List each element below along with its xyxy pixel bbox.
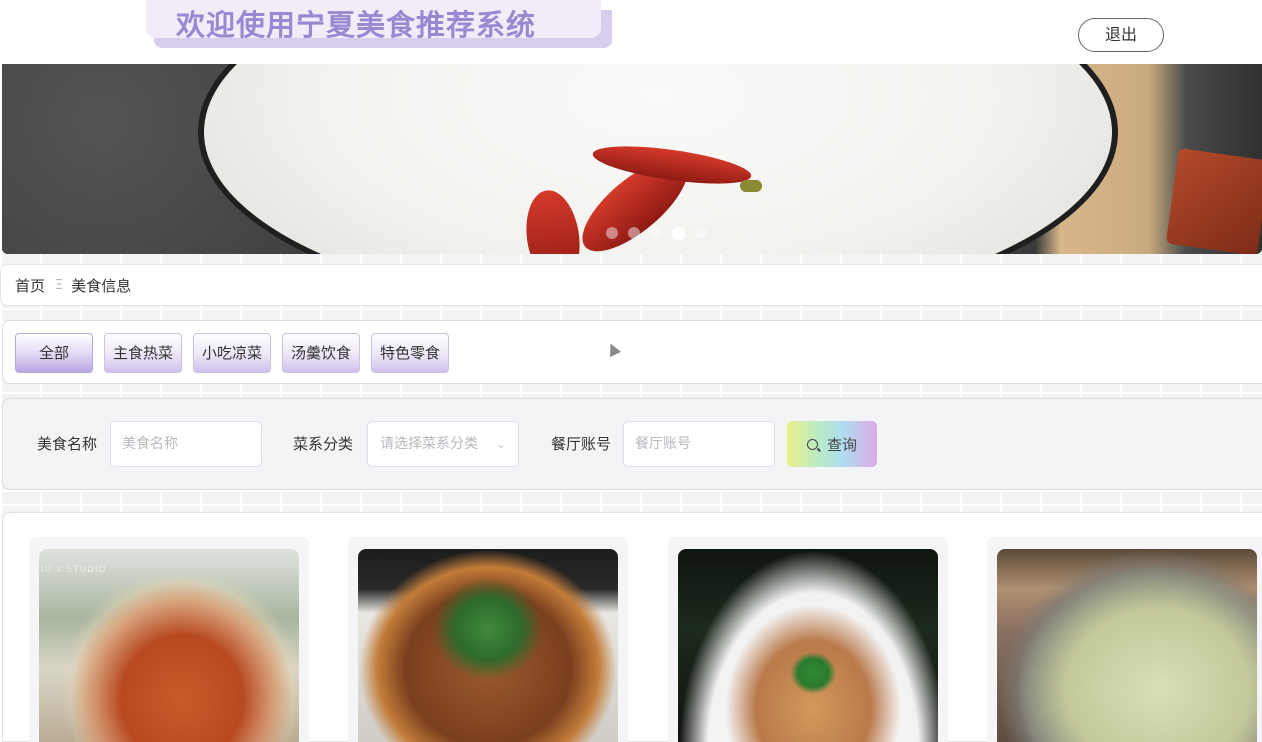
food-list-panel: IU x STUDIO: [2, 512, 1262, 742]
title-banner: 欢迎使用宁夏美食推荐系统: [146, 0, 612, 48]
category-filter-panel: 全部 主食热菜 小吃凉菜 汤羹饮食 特色零食: [2, 320, 1262, 384]
food-image-scallion-noodles[interactable]: [678, 549, 938, 742]
logout-button[interactable]: 退出: [1078, 18, 1164, 52]
page-title: 欢迎使用宁夏美食推荐系统: [176, 8, 537, 42]
food-name-input[interactable]: [110, 421, 262, 467]
breadcrumb-current: 美食信息: [71, 276, 132, 295]
food-image-beef-noodle-soup[interactable]: IU x STUDIO: [39, 549, 299, 742]
carousel-dot[interactable]: [606, 227, 618, 239]
breadcrumb-home[interactable]: 首页: [15, 275, 45, 296]
category-tab-soup[interactable]: 汤羹饮食: [282, 333, 360, 373]
category-tab-specialty-snack[interactable]: 特色零食: [371, 333, 449, 373]
carousel-dot[interactable]: [695, 227, 707, 239]
food-image-stir-fried-lamb[interactable]: [358, 549, 618, 742]
carousel-indicators: [606, 227, 707, 240]
restaurant-account-input[interactable]: [623, 421, 775, 467]
category-tab-snack-cold[interactable]: 小吃凉菜: [193, 333, 271, 373]
restaurant-account-label: 餐厅账号: [551, 435, 612, 453]
cuisine-category-label: 菜系分类: [293, 435, 354, 453]
image-watermark: IU x STUDIO: [41, 565, 107, 575]
food-card[interactable]: [987, 537, 1262, 742]
search-icon: [806, 438, 818, 450]
category-tab-all[interactable]: 全部: [15, 333, 93, 373]
search-button[interactable]: 查询: [787, 421, 877, 467]
breadcrumb-separator-icon: Ξ: [55, 277, 64, 293]
cuisine-category-select[interactable]: 请选择菜系分类 ⌄: [367, 421, 519, 467]
carousel-dot[interactable]: [628, 227, 640, 239]
chevron-down-icon: ⌄: [495, 437, 506, 451]
hero-carousel[interactable]: [2, 64, 1262, 254]
search-panel: 美食名称 菜系分类 请选择菜系分类 ⌄ 餐厅账号 查询: [2, 398, 1262, 490]
wood-block-image: [1165, 148, 1262, 254]
chili-stem-image: [740, 180, 762, 192]
top-header: 欢迎使用宁夏美食推荐系统 退出: [0, 0, 1262, 64]
food-card[interactable]: [348, 537, 628, 742]
carousel-dot-active[interactable]: [672, 227, 685, 240]
food-name-label: 美食名称: [37, 435, 98, 453]
carousel-dot[interactable]: [650, 227, 662, 239]
food-image-dumpling-soup[interactable]: [997, 549, 1257, 742]
food-card[interactable]: IU x STUDIO: [29, 537, 309, 742]
breadcrumb: 首页 Ξ 美食信息: [0, 264, 1262, 306]
title-box: 欢迎使用宁夏美食推荐系统: [146, 0, 601, 42]
search-button-label: 查询: [826, 435, 857, 454]
category-tab-staple-hot[interactable]: 主食热菜: [104, 333, 182, 373]
cuisine-category-placeholder: 请选择菜系分类: [380, 436, 478, 452]
food-card[interactable]: [668, 537, 948, 742]
